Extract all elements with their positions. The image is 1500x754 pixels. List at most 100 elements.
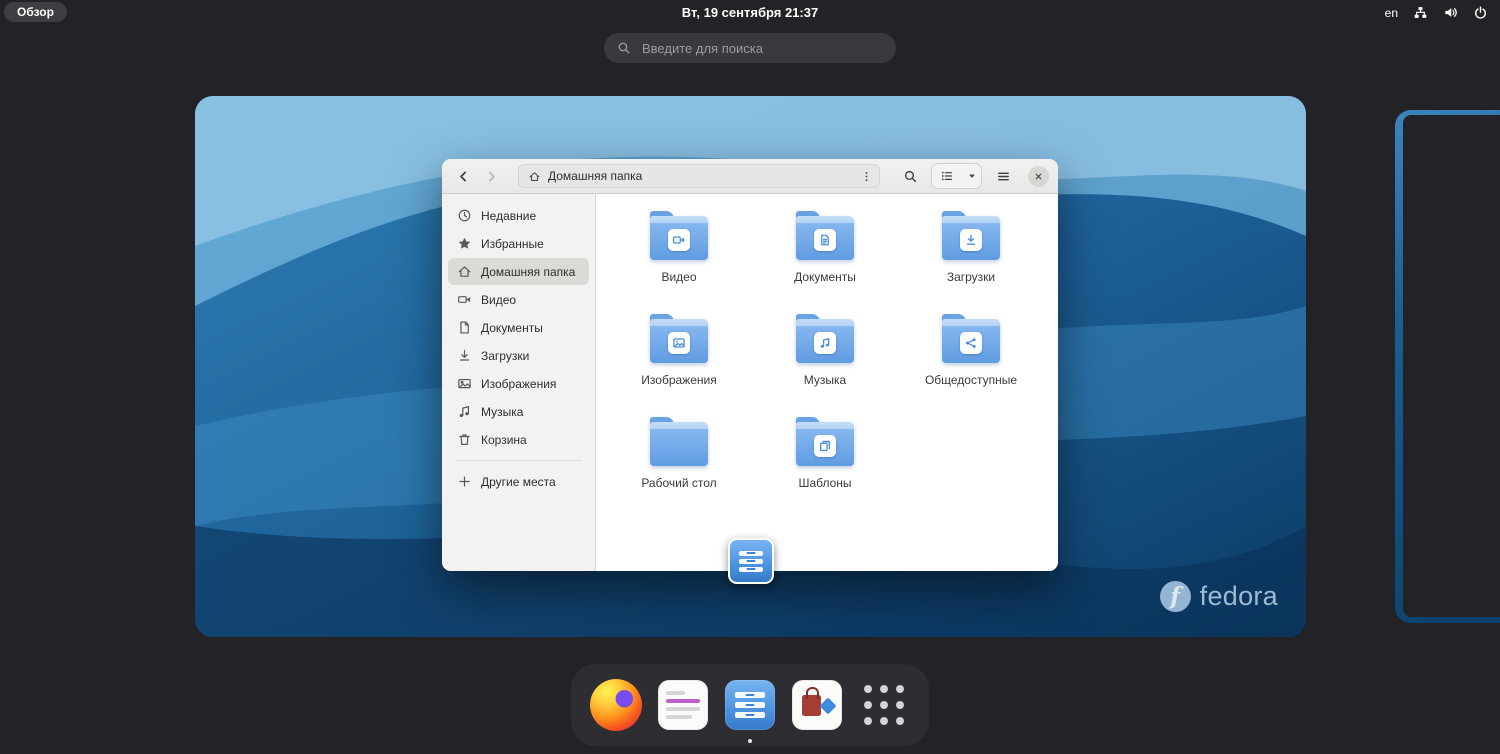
files-icon-drawer: [739, 566, 763, 572]
starred-icon: [457, 236, 472, 251]
dash-item-software[interactable]: [789, 677, 845, 733]
sidebar-item-label: Загрузки: [481, 348, 530, 363]
document-emblem-icon: [814, 228, 836, 251]
view-options-dropdown[interactable]: [962, 164, 981, 188]
files-window-body: Недавние Избранные Домашняя папка Видео: [442, 194, 1058, 571]
music-icon: [457, 404, 472, 419]
search-input[interactable]: [640, 39, 883, 57]
software-icon: [792, 680, 842, 730]
home-icon: [457, 264, 472, 279]
sidebar-item-label: Музыка: [481, 404, 524, 419]
folder-icon: [796, 211, 854, 260]
top-bar: Обзор Вт, 19 сентября 21:37 en: [0, 0, 1500, 26]
system-status-area[interactable]: en: [1385, 0, 1488, 25]
menu-button[interactable]: [990, 163, 1016, 189]
overview-button[interactable]: Обзор: [4, 2, 67, 22]
folder-item[interactable]: Загрузки: [905, 208, 1037, 311]
fedora-wordmark: fedora: [1199, 581, 1278, 611]
fedora-logo-icon: f: [1159, 581, 1191, 612]
calendar-icon: [658, 680, 708, 730]
folder-item[interactable]: Рабочий стол: [613, 414, 745, 517]
folder-label: Общедоступные: [924, 373, 1018, 387]
folder-item[interactable]: Музыка: [759, 311, 891, 414]
back-button[interactable]: [451, 164, 475, 188]
dash-item-firefox[interactable]: [588, 677, 644, 733]
sidebar-item-other-locations[interactable]: Другие места: [448, 468, 589, 495]
adjacent-workspace-preview[interactable]: [1395, 110, 1500, 623]
sidebar-separator: [455, 460, 582, 461]
list-view-button[interactable]: [932, 164, 962, 188]
search-field[interactable]: [604, 33, 896, 63]
sidebar-item-trash[interactable]: Корзина: [448, 426, 589, 453]
path-menu-button[interactable]: [856, 166, 876, 186]
pictures-icon: [457, 376, 472, 391]
files-content[interactable]: Видео Документы Загрузки Изображения Муз…: [596, 194, 1058, 571]
home-icon: [528, 170, 541, 183]
files-window[interactable]: Домашняя папка Недавние Избранные Домашн…: [442, 159, 1058, 571]
sidebar-item-label: Другие места: [481, 474, 556, 489]
folder-icon: [650, 417, 708, 466]
keyboard-layout-indicator[interactable]: en: [1385, 6, 1398, 20]
clock-button[interactable]: Вт, 19 сентября 21:37: [0, 5, 1500, 20]
trash-icon: [457, 432, 472, 447]
folder-label: Документы: [794, 270, 856, 284]
templates-emblem-icon: [814, 434, 836, 457]
headerbar-controls: [897, 163, 1049, 189]
path-bar[interactable]: Домашняя папка: [518, 164, 880, 188]
sidebar-item-home[interactable]: Домашняя папка: [448, 258, 589, 285]
downloads-icon: [457, 348, 472, 363]
music-emblem-icon: [814, 331, 836, 354]
dash-item-files[interactable]: [722, 677, 778, 733]
path-label: Домашняя папка: [548, 169, 643, 183]
search-button[interactable]: [897, 163, 923, 189]
folder-item[interactable]: Документы: [759, 208, 891, 311]
sidebar-item-starred[interactable]: Избранные: [448, 230, 589, 257]
plus-icon: [457, 474, 472, 489]
folder-item[interactable]: Общедоступные: [905, 311, 1037, 414]
sidebar-item-label: Изображения: [481, 376, 557, 391]
folder-icon: [650, 211, 708, 260]
folder-icon: [650, 314, 708, 363]
folder-label: Рабочий стол: [641, 476, 717, 490]
sidebar-item-videos[interactable]: Видео: [448, 286, 589, 313]
recent-icon: [457, 208, 472, 223]
folder-item[interactable]: Шаблоны: [759, 414, 891, 517]
dash-item-calendar[interactable]: [655, 677, 711, 733]
documents-icon: [457, 320, 472, 335]
folder-label: Шаблоны: [798, 476, 852, 490]
video-emblem-icon: [668, 228, 690, 251]
folder-icon: [796, 314, 854, 363]
files-app-badge[interactable]: [728, 538, 774, 584]
dash: [571, 664, 929, 746]
sidebar-item-label: Недавние: [481, 208, 537, 223]
fedora-logo: f fedora: [1159, 581, 1278, 612]
folder-icon: [796, 417, 854, 466]
files-icon-drawer: [739, 558, 763, 564]
download-emblem-icon: [960, 228, 982, 251]
sidebar-item-label: Корзина: [481, 432, 527, 447]
close-button[interactable]: [1028, 165, 1049, 187]
folder-label: Загрузки: [946, 270, 996, 284]
folder-item[interactable]: Видео: [613, 208, 745, 311]
sidebar-item-label: Видео: [481, 292, 517, 307]
sidebar-item-documents[interactable]: Документы: [448, 314, 589, 341]
files-icon-drawer: [739, 550, 763, 556]
folder-label: Изображения: [641, 373, 717, 387]
sidebar-item-music[interactable]: Музыка: [448, 398, 589, 425]
power-icon[interactable]: [1473, 5, 1488, 20]
files-icon: [725, 680, 775, 730]
sidebar-item-label: Избранные: [481, 236, 544, 251]
sidebar-item-label: Домашняя папка: [481, 264, 576, 279]
network-icon[interactable]: [1413, 5, 1428, 20]
dash-item-app-grid[interactable]: [856, 677, 912, 733]
view-toggle: [931, 163, 982, 189]
image-emblem-icon: [668, 331, 690, 354]
sidebar-item-recent[interactable]: Недавние: [448, 202, 589, 229]
forward-button[interactable]: [479, 164, 503, 188]
sidebar-item-pictures[interactable]: Изображения: [448, 370, 589, 397]
workspace-preview[interactable]: Домашняя папка Недавние Избранные Домашн…: [195, 96, 1306, 637]
folder-icon: [942, 211, 1000, 260]
folder-item[interactable]: Изображения: [613, 311, 745, 414]
volume-icon[interactable]: [1443, 5, 1458, 20]
sidebar-item-downloads[interactable]: Загрузки: [448, 342, 589, 369]
